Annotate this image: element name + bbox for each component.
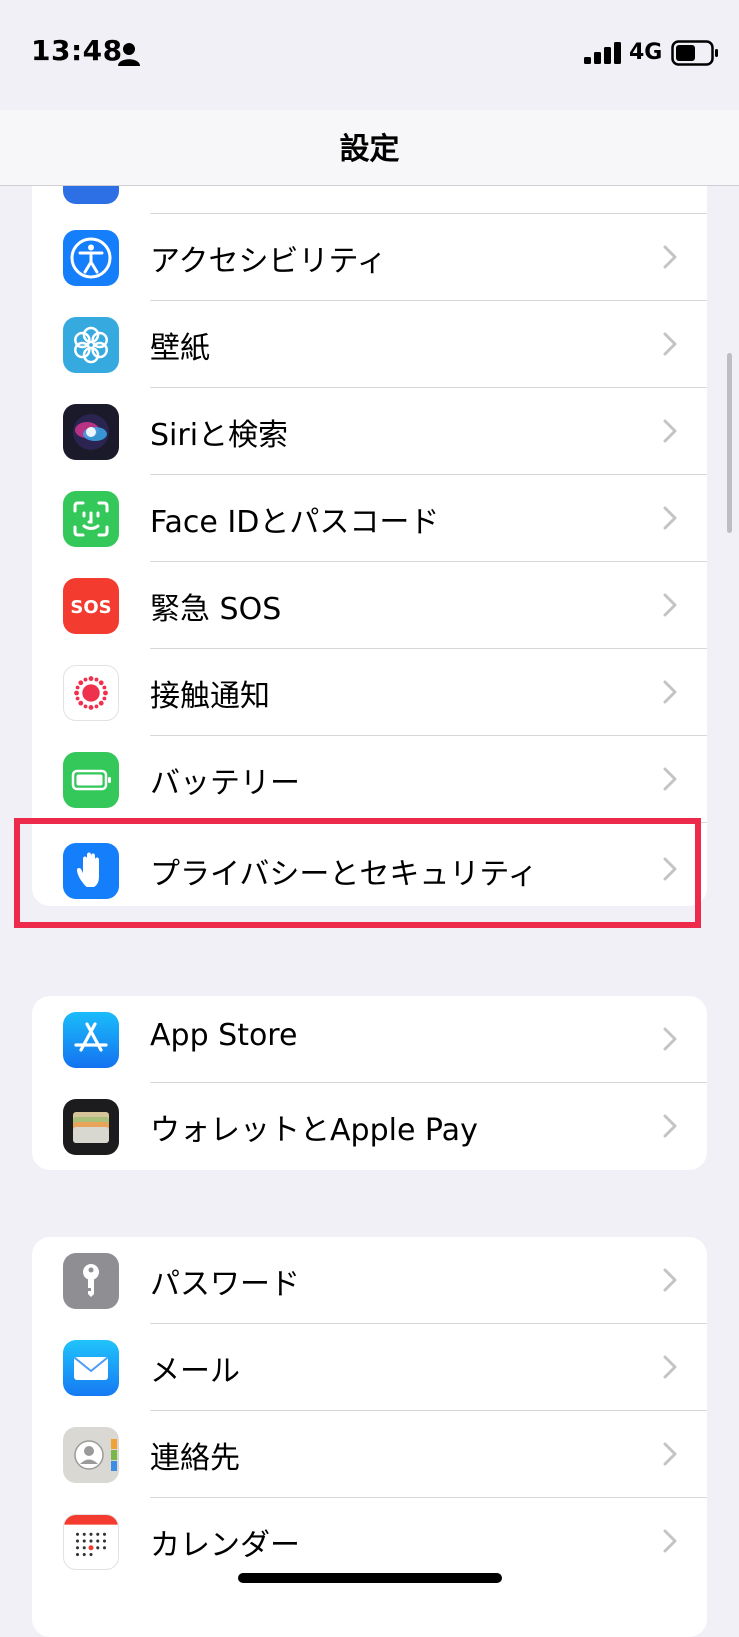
chevron-right-icon: [663, 506, 677, 530]
chevron-right-icon: [663, 1355, 677, 1379]
svg-text:SOS: SOS: [70, 597, 111, 618]
settings-row-siri[interactable]: Siriと検索: [32, 388, 707, 475]
highlight-frame: [14, 818, 701, 928]
sos-icon: SOS: [63, 578, 119, 634]
chevron-right-icon: [663, 1114, 677, 1138]
row-label: メール: [150, 1354, 240, 1389]
page-title: 設定: [339, 132, 400, 167]
settings-row-accessibility[interactable]: アクセシビリティ: [32, 214, 707, 301]
settings-row-mail[interactable]: メール: [32, 1324, 707, 1411]
chevron-right-icon: [663, 1529, 677, 1553]
chevron-right-icon: [663, 1442, 677, 1466]
chevron-right-icon: [663, 1268, 677, 1292]
navigation-bar: 設定: [0, 110, 739, 186]
settings-group-store: App Store ウォレットとApple Pay: [32, 996, 707, 1170]
settings-row-appstore[interactable]: App Store: [32, 996, 707, 1083]
row-label: バッテリー: [150, 766, 300, 801]
network-type: 4G: [629, 40, 663, 65]
row-label: パスワード: [150, 1267, 300, 1302]
settings-row-wallpaper[interactable]: 壁紙: [32, 301, 707, 388]
person-icon: [118, 43, 140, 66]
row-label: 緊急 SOS: [150, 592, 282, 627]
chevron-right-icon: [663, 680, 677, 704]
cellular-signal-icon: [584, 42, 621, 64]
row-label: 連絡先: [150, 1441, 240, 1476]
siri-icon: [63, 404, 119, 460]
chevron-right-icon: [663, 1027, 677, 1051]
home-indicator[interactable]: [238, 1573, 502, 1583]
settings-row-contacts[interactable]: 連絡先: [32, 1411, 707, 1498]
chevron-right-icon: [663, 767, 677, 791]
status-bar: 13:48 4G: [0, 0, 739, 110]
row-label: App Store: [150, 1018, 298, 1053]
row-label: アクセシビリティ: [150, 244, 387, 279]
settings-row-calendar[interactable]: カレンダー: [32, 1498, 707, 1585]
settings-row-battery[interactable]: バッテリー: [32, 736, 707, 823]
accessibility-icon: [63, 230, 119, 286]
row-label: 壁紙: [150, 331, 210, 366]
exposure-notification-icon: [63, 665, 119, 721]
settings-row-wallet[interactable]: ウォレットとApple Pay: [32, 1083, 707, 1170]
row-label: Face IDとパスコード: [150, 505, 440, 540]
row-label: 接触通知: [150, 679, 270, 714]
settings-row-faceid[interactable]: Face IDとパスコード: [32, 475, 707, 562]
row-label: Siriと検索: [150, 418, 289, 453]
settings-row-exposure[interactable]: 接触通知: [32, 649, 707, 736]
key-icon: [63, 1253, 119, 1309]
battery-status-icon: [671, 40, 718, 66]
chevron-right-icon: [663, 245, 677, 269]
wallpaper-icon: [63, 317, 119, 373]
row-label: ウォレットとApple Pay: [150, 1113, 478, 1148]
app-store-icon: [63, 1012, 119, 1068]
faceid-icon: [63, 491, 119, 547]
settings-row-passwords[interactable]: パスワード: [32, 1237, 707, 1324]
row-label: カレンダー: [150, 1528, 300, 1563]
settings-group-general: アクセシビリティ 壁紙 Siriと検索 Face IDとパスコード SOS 緊急…: [32, 130, 707, 906]
settings-row-sos[interactable]: SOS 緊急 SOS: [32, 562, 707, 649]
mail-icon: [63, 1340, 119, 1396]
chevron-right-icon: [663, 593, 677, 617]
chevron-right-icon: [663, 332, 677, 356]
chevron-right-icon: [663, 419, 677, 443]
calendar-icon: [63, 1514, 119, 1570]
contacts-icon: [63, 1427, 119, 1483]
status-time: 13:48: [31, 34, 123, 67]
wallet-icon: [63, 1099, 119, 1155]
scroll-indicator[interactable]: [727, 353, 732, 533]
battery-icon: [63, 752, 119, 808]
